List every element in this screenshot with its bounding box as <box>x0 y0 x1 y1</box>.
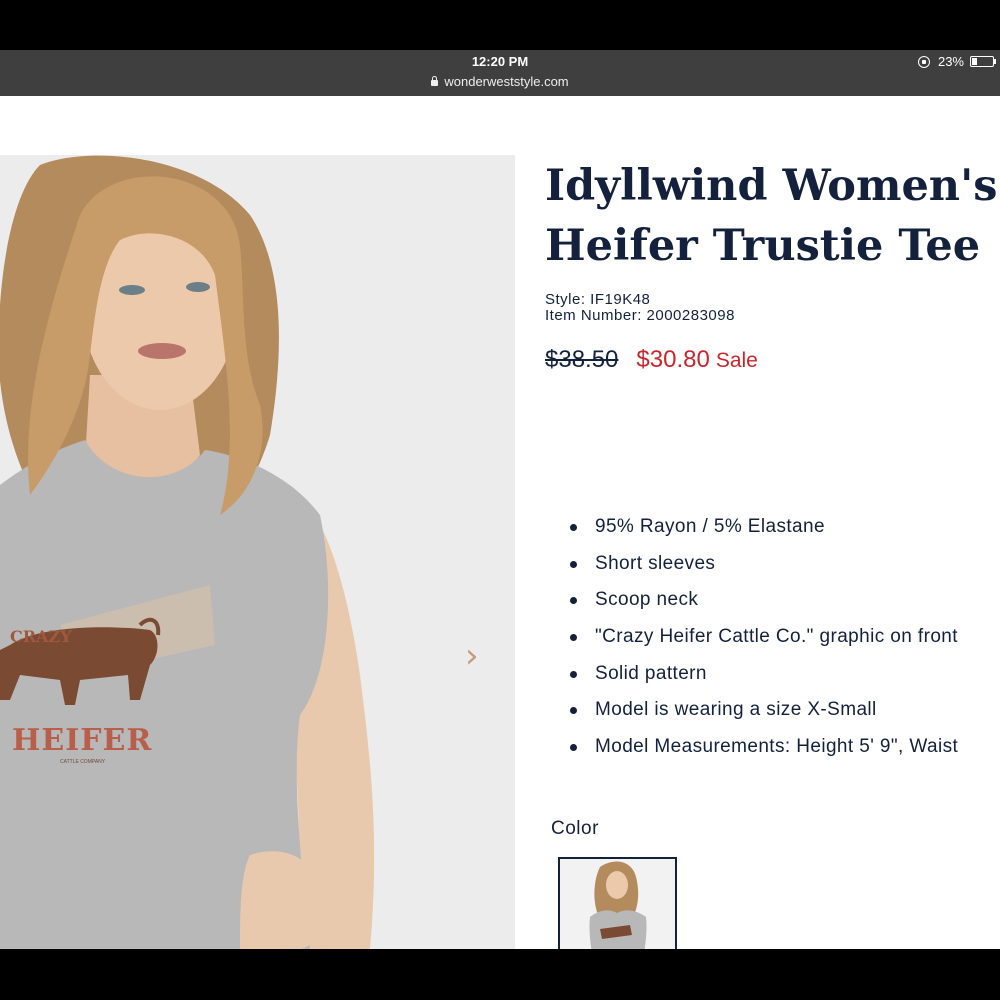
color-label: Color <box>551 818 599 839</box>
list-item: Scoop neck <box>566 589 1000 626</box>
style-number: Style: IF19K48 <box>545 291 651 308</box>
swatch-thumbnail <box>560 859 675 949</box>
product-meta: Style: IF19K48 Item Number: 2000283098 <box>545 292 735 324</box>
feature-list: 95% Rayon / 5% Elastane Short sleeves Sc… <box>566 516 1000 773</box>
sale-label: Sale <box>715 349 758 372</box>
color-swatch[interactable] <box>558 857 677 949</box>
rotation-lock-icon <box>917 55 930 68</box>
battery-icon <box>970 56 996 67</box>
battery-percent: 23% <box>937 54 964 69</box>
product-image[interactable]: CRAZY HEIFER CATTLE COMPANY <box>0 155 515 949</box>
product-title-line2: Heifer Trustie Tee <box>545 221 981 271</box>
model-photo <box>0 155 515 949</box>
lock-icon <box>431 76 439 86</box>
item-number: Item Number: 2000283098 <box>545 307 735 324</box>
product-page: CRAZY HEIFER CATTLE COMPANY › Idyllwind … <box>0 96 1000 949</box>
battery-fill <box>972 58 978 65</box>
status-time: 12:20 PM <box>471 54 529 69</box>
shirt-graphic-text-sub: CATTLE COMPANY <box>60 759 106 765</box>
product-title: Idyllwind Women's Heifer Trustie Tee <box>545 156 1000 276</box>
address-bar[interactable]: wonderweststyle.com <box>0 74 1000 89</box>
list-item: 95% Rayon / 5% Elastane <box>566 516 1000 553</box>
shirt-graphic-text-main: HEIFER <box>12 723 153 758</box>
browser-status-bar: 12:20 PM wonderweststyle.com 23% <box>0 50 1000 96</box>
sale-price: $30.80 <box>636 346 710 373</box>
list-item: Model Measurements: Height 5' 9", Waist <box>566 736 1000 773</box>
list-item: Solid pattern <box>566 663 1000 700</box>
list-item: Model is wearing a size X-Small <box>566 699 1000 736</box>
product-title-line1: Idyllwind Women's <box>545 161 998 211</box>
status-indicators: 23% <box>917 54 996 69</box>
original-price: $38.50 <box>545 346 619 373</box>
url-text: wonderweststyle.com <box>444 74 569 89</box>
price-block: $38.50 $30.80 Sale <box>545 346 758 374</box>
list-item: Short sleeves <box>566 553 1000 590</box>
chevron-right-icon[interactable]: › <box>465 636 479 676</box>
shirt-graphic-text-top: CRAZY <box>10 627 72 646</box>
list-item: "Crazy Heifer Cattle Co." graphic on fro… <box>566 626 1000 663</box>
